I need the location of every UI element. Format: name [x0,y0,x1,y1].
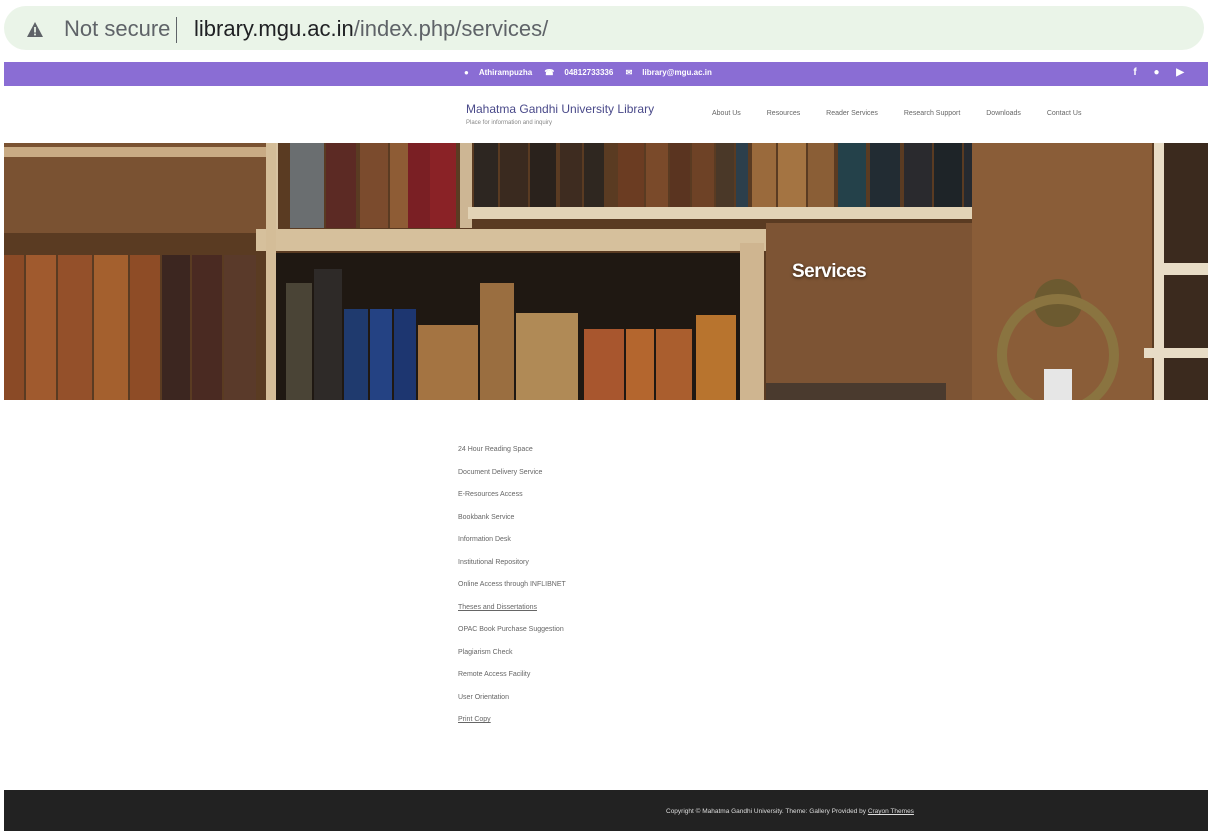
email-icon: ✉ [625,68,633,77]
services-list: 24 Hour Reading Space Document Delivery … [458,440,566,733]
email-link[interactable]: library@mgu.ac.in [642,68,712,77]
site-tagline: Place for information and inquiry [466,120,553,126]
phone-icon: ☎ [544,68,555,77]
nav-item-research-support[interactable]: Research Support [904,110,960,117]
service-link[interactable]: Plagiarism Check [458,643,566,666]
url-path: /index.php/services/ [353,16,549,41]
site-header: Mahatma Gandhi University Library Place … [4,86,1208,142]
location-text: Athirampuzha [478,68,533,77]
copyright-label: Copyright © Mahatma Gandhi University. T… [666,808,866,815]
nav-item-contact[interactable]: Contact Us [1047,110,1082,117]
url-host: library.mgu.ac.in [194,16,354,41]
service-link[interactable]: 24 Hour Reading Space [458,440,566,463]
location-icon: ● [464,68,469,77]
service-link[interactable]: Document Delivery Service [458,463,566,486]
phone-text: 04812733336 [564,68,614,77]
main-nav: About Us Resources Reader Services Resea… [712,110,1105,117]
nav-item-resources[interactable]: Resources [767,110,800,117]
theme-credit-link[interactable]: Crayon Themes [868,808,914,815]
security-label[interactable]: Not secure [64,16,170,42]
social-links: f ● ▶ [1119,67,1184,78]
contact-info: ● Athirampuzha ☎ 04812733336 ✉ library@mgu.… [464,68,722,77]
service-link[interactable]: Remote Access Facility [458,665,566,688]
service-link[interactable]: Institutional Repository [458,553,566,576]
site-footer: Copyright © Mahatma Gandhi University. T… [4,790,1208,831]
youtube-icon[interactable]: ▶ [1176,67,1184,78]
warning-icon[interactable] [26,21,44,39]
url-text[interactable]: library.mgu.ac.in/index.php/services/ [194,16,548,42]
separator [176,17,177,43]
browser-address-bar: Not secure library.mgu.ac.in/index.php/s… [0,0,1208,58]
nav-item-downloads[interactable]: Downloads [986,110,1021,117]
service-link[interactable]: Information Desk [458,530,566,553]
nav-item-reader-services[interactable]: Reader Services [826,110,878,117]
site-title[interactable]: Mahatma Gandhi University Library [466,102,654,116]
twitter-icon[interactable]: ● [1153,67,1159,78]
top-info-bar: ● Athirampuzha ☎ 04812733336 ✉ library@mgu.… [4,62,1208,86]
url-field[interactable]: Not secure library.mgu.ac.in/index.php/s… [4,6,1204,50]
page-title: Services [792,261,867,282]
facebook-icon[interactable]: f [1133,67,1136,78]
nav-item-about[interactable]: About Us [712,110,741,117]
service-link[interactable]: E-Resources Access [458,485,566,508]
copyright-text: Copyright © Mahatma Gandhi University. T… [666,808,914,815]
service-link[interactable]: Theses and Dissertations [458,598,566,621]
hero-banner: Services [4,143,1208,400]
service-link[interactable]: OPAC Book Purchase Suggestion [458,620,566,643]
service-link[interactable]: Bookbank Service [458,508,566,531]
bookshelf-image [4,143,1208,400]
service-link[interactable]: User Orientation [458,688,566,711]
service-link[interactable]: Print Copy [458,710,566,733]
service-link[interactable]: Online Access through INFLIBNET [458,575,566,598]
